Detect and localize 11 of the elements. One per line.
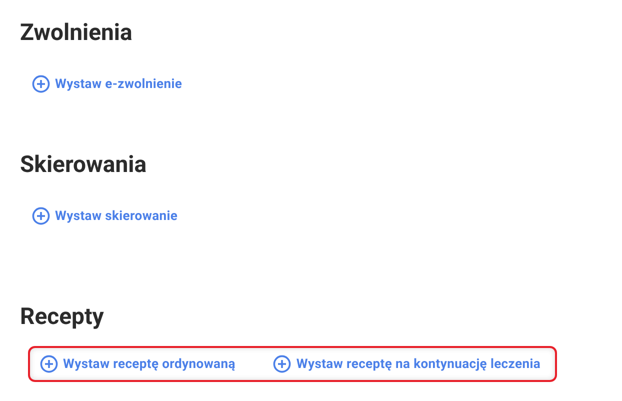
- plus-circle-icon: [32, 207, 50, 225]
- section-heading: Recepty: [20, 302, 105, 332]
- section-heading: Zwolnienia: [20, 18, 134, 48]
- plus-circle-icon: [273, 355, 292, 373]
- add-link[interactable]: Wystaw receptę na kontynuację leczenia: [273, 355, 540, 373]
- add-link[interactable]: Wystaw receptę ordynowaną: [40, 355, 236, 373]
- add-link[interactable]: Wystaw e-zwolnienie: [32, 75, 182, 93]
- section-heading: Skierowania: [20, 150, 148, 180]
- plus-circle-icon: [32, 75, 50, 93]
- plus-circle-icon: [40, 355, 58, 373]
- add-link[interactable]: Wystaw skierowanie: [32, 207, 178, 225]
